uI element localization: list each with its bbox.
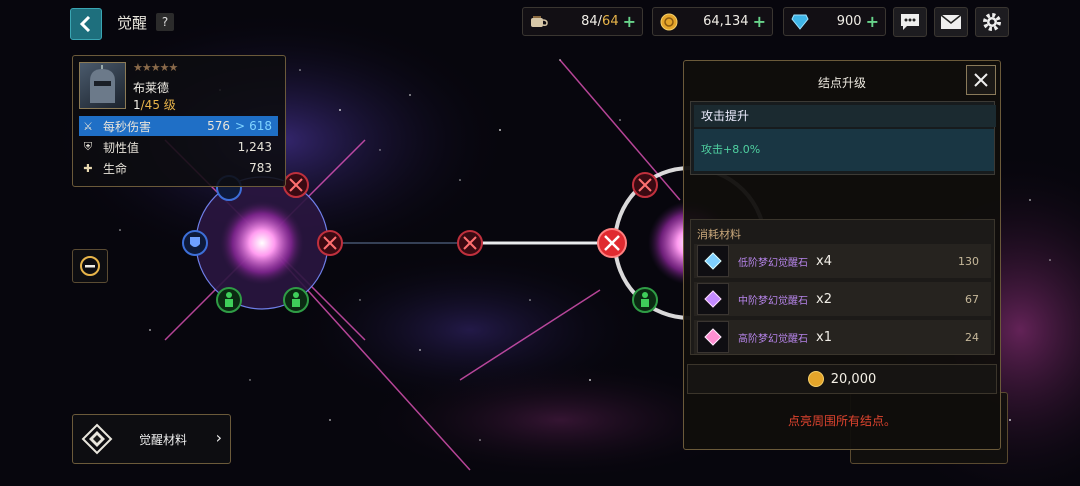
node-upgrade-panel: 结点升级 攻击提升 攻击+8.0% 消耗材料 低阶梦幻觉醒石 x4 130 中阶…: [683, 60, 1001, 450]
stat-label: 韧性值: [103, 140, 140, 155]
mail-button[interactable]: [934, 7, 968, 37]
gold-coin-icon: [807, 371, 824, 387]
material-qty: x1: [816, 329, 832, 345]
shield-icon: ⛨: [83, 140, 93, 153]
materials-title: 消耗材料: [697, 228, 741, 241]
gold-counter: 64,134 +: [652, 7, 773, 36]
material-owned: 130: [958, 254, 979, 268]
material-name: 中阶梦幻觉醒石: [738, 295, 808, 307]
close-button[interactable]: [966, 65, 996, 95]
add-diamond-button[interactable]: +: [866, 12, 879, 31]
material-row[interactable]: 高阶梦幻觉醒石 x1 24: [694, 320, 991, 354]
gold-value: 64,134: [703, 14, 749, 29]
stat-value: 1,243: [237, 140, 272, 154]
upgrade-name: 攻击提升: [694, 105, 996, 127]
cost-value: 20,000: [830, 371, 877, 387]
upgrade-effect: 攻击+8.0%: [694, 129, 994, 171]
close-icon: [974, 73, 988, 87]
material-row[interactable]: 中阶梦幻觉醒石 x2 67: [694, 282, 991, 316]
diamond-value: 900: [836, 14, 862, 29]
chat-icon: [901, 14, 919, 30]
low-tier-stone-icon: [697, 245, 729, 277]
awakening-materials-button[interactable]: 觉醒材料 ›: [72, 414, 231, 464]
awakening-materials-label: 觉醒材料: [139, 433, 188, 447]
health-cross-icon: ✚: [83, 161, 93, 175]
hero-level-max: /45 级: [140, 98, 176, 112]
materials-list: 消耗材料 低阶梦幻觉醒石 x4 130 中阶梦幻觉醒石 x2 67 高阶梦幻觉醒…: [690, 219, 995, 355]
crossed-swords-icon: ⚔: [83, 119, 93, 133]
material-name: 低阶梦幻觉醒石: [738, 257, 808, 269]
page-title: 觉醒: [117, 14, 148, 32]
chevron-left-icon: [79, 16, 91, 32]
diamond-icon: [789, 11, 811, 33]
stat-label: 每秒伤害: [103, 119, 152, 134]
minus-circle-icon: [80, 256, 100, 276]
stat-new-value: 618: [249, 119, 272, 133]
zoom-out-button[interactable]: [72, 249, 108, 283]
panel-title: 结点升级: [817, 76, 866, 90]
hero-level-current: 1: [133, 98, 141, 112]
upgrade-effect-value: +8.0%: [723, 143, 761, 156]
hero-portrait[interactable]: [79, 62, 126, 109]
settings-gear-icon: [983, 13, 1001, 31]
hero-level: 1/45 级: [133, 96, 176, 113]
material-owned: 67: [965, 292, 979, 306]
hero-star-rating: ★★★★★: [133, 61, 178, 74]
material-qty: x2: [816, 291, 832, 307]
stat-arrow: >: [235, 119, 246, 133]
stamina-current: 84: [581, 14, 598, 29]
material-row[interactable]: 低阶梦幻觉醒石 x4 130: [694, 244, 991, 278]
stat-row-health: ✚ 生命 783: [79, 158, 278, 178]
stat-row-dps: ⚔ 每秒伤害 576 > 618: [79, 116, 278, 136]
stat-row-toughness: ⛨ 韧性值 1,243: [79, 137, 278, 157]
stat-value: 576: [207, 119, 231, 133]
stamina-max: 64: [602, 14, 619, 29]
help-button[interactable]: ?: [156, 13, 174, 31]
hero-stats-panel: ★★★★★ 布莱德 1/45 级 ⚔ 每秒伤害 576 > 618 ⛨ 韧性值 …: [72, 55, 286, 187]
settings-button[interactable]: [975, 7, 1009, 37]
material-owned: 24: [965, 330, 979, 344]
add-gold-button[interactable]: +: [753, 12, 766, 31]
stamina-counter: 84/64 +: [522, 7, 643, 36]
material-qty: x4: [816, 253, 832, 269]
add-stamina-button[interactable]: +: [623, 12, 636, 31]
upgrade-effect-label: 攻击: [701, 143, 723, 156]
material-name: 高阶梦幻觉醒石: [738, 333, 808, 345]
gold-coin-icon: [658, 11, 680, 33]
coffee-cup-icon: [528, 11, 550, 33]
upgrade-requirement-note: 点亮周围所有结点。: [787, 414, 896, 428]
chevron-right-icon: ›: [215, 428, 222, 447]
diamond-counter: 900 +: [783, 7, 886, 36]
high-tier-stone-icon: [697, 321, 729, 353]
back-button[interactable]: [70, 8, 102, 40]
mail-icon: [940, 14, 962, 29]
chat-button[interactable]: [893, 7, 927, 37]
stat-label: 生命: [103, 161, 128, 176]
stat-value: 783: [249, 161, 272, 175]
upgrade-info-box: 攻击提升 攻击+8.0%: [690, 101, 996, 175]
mid-tier-stone-icon: [697, 283, 729, 315]
upgrade-cost: 20,000: [687, 364, 997, 394]
awakening-crystal-icon: [81, 423, 113, 455]
hero-name: 布莱德: [133, 81, 170, 95]
